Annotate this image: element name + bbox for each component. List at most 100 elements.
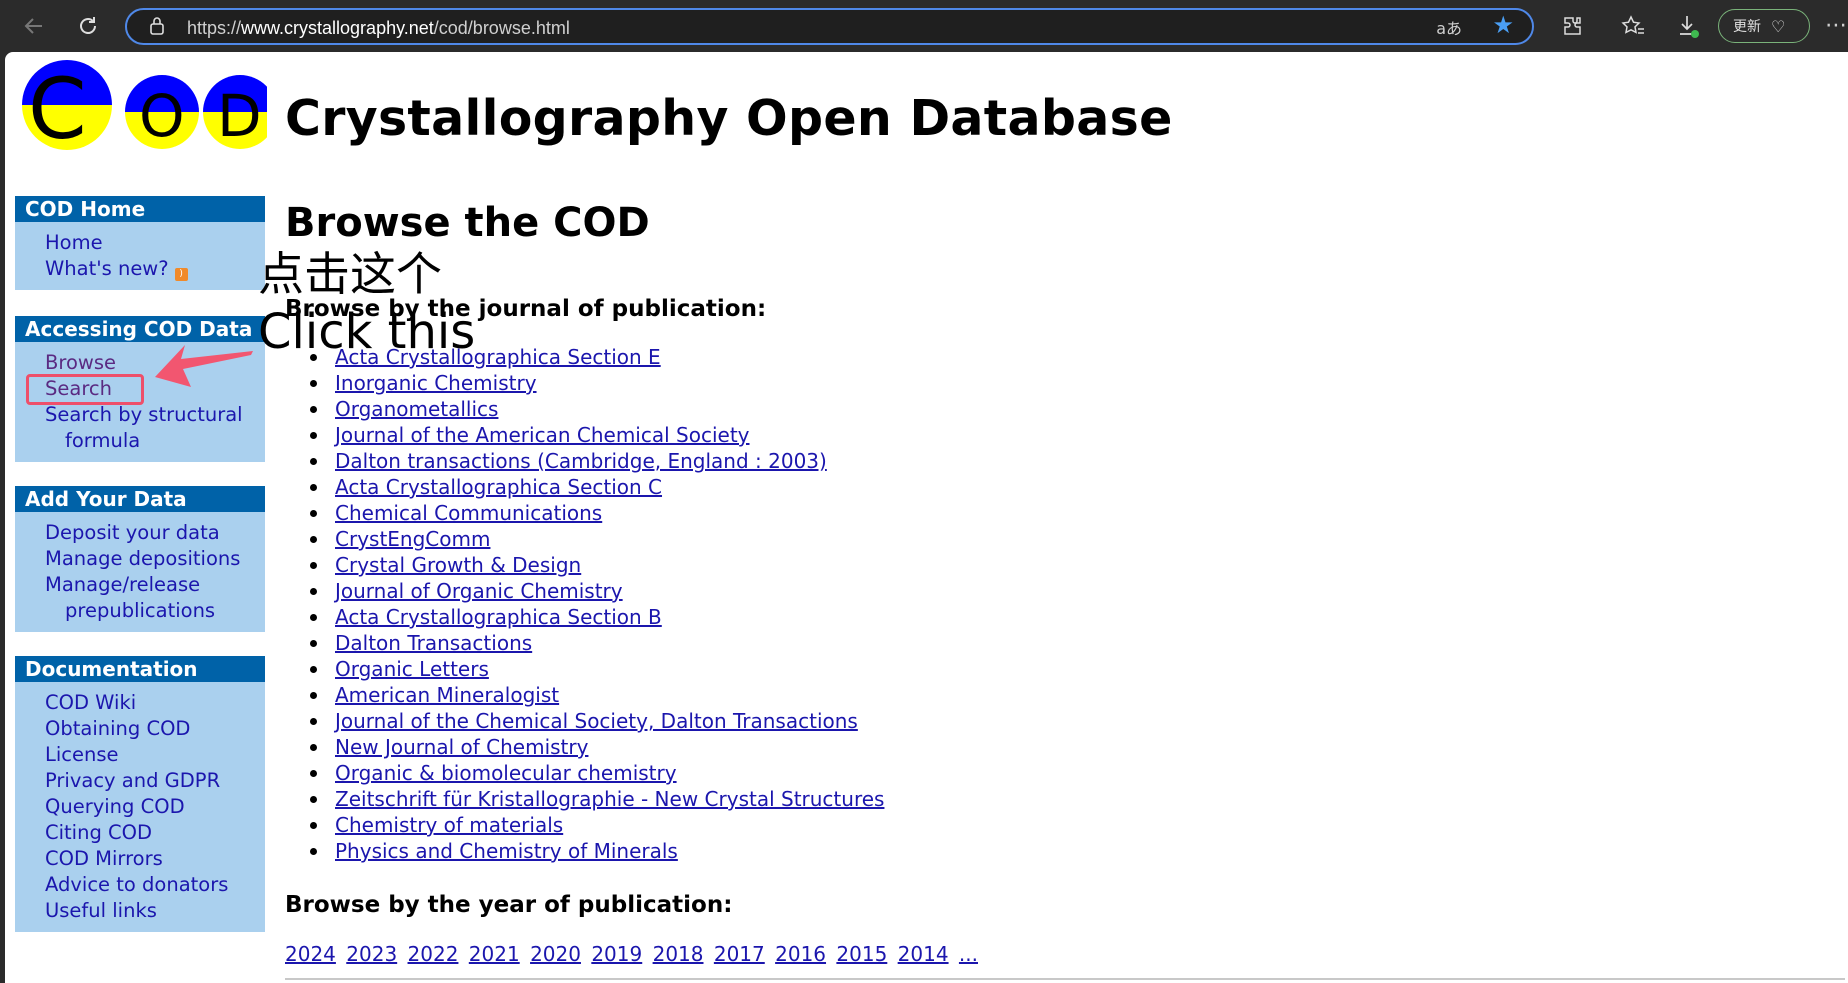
year-link[interactable]: 2020 (530, 942, 581, 966)
sidebar-item-advice-donators[interactable]: Advice to donators (45, 872, 265, 898)
list-item: Dalton transactions (Cambridge, England … (309, 448, 884, 474)
year-link[interactable]: 2019 (591, 942, 642, 966)
list-item: Zeitschrift für Kristallographie - New C… (309, 786, 884, 812)
sidebar-section-title: COD Home (15, 196, 265, 222)
sidebar-item-obtaining-cod[interactable]: Obtaining COD (45, 716, 265, 742)
list-item: Crystal Growth & Design (309, 552, 884, 578)
journal-link[interactable]: Zeitschrift für Kristallographie - New C… (335, 787, 884, 811)
site-title: Crystallography Open Database (285, 90, 1173, 147)
journal-link[interactable]: Journal of the American Chemical Society (335, 423, 750, 447)
logo-letter-o: O (139, 82, 185, 150)
rss-feed-icon[interactable]: ) (174, 268, 188, 281)
year-link[interactable]: 2023 (346, 942, 397, 966)
journal-link[interactable]: Inorganic Chemistry (335, 371, 537, 395)
list-item: Journal of the Chemical Society, Dalton … (309, 708, 884, 734)
journal-link[interactable]: Journal of Organic Chemistry (335, 579, 623, 603)
sidebar-item-manage-prepublications[interactable]: Manage/release prepublications (45, 572, 265, 624)
list-item: Chemical Communications (309, 500, 884, 526)
sidebar-section-title: Add Your Data (15, 486, 265, 512)
annotation-highlight-box (26, 374, 144, 405)
list-item: Journal of the American Chemical Society (309, 422, 884, 448)
journal-list: Acta Crystallographica Section E Inorgan… (285, 344, 884, 864)
journal-link[interactable]: Physics and Chemistry of Minerals (335, 839, 678, 863)
journal-link[interactable]: Organometallics (335, 397, 498, 421)
url-text[interactable]: https://www.crystallography.net/cod/brow… (187, 18, 570, 39)
list-item: CrystEngComm (309, 526, 884, 552)
more-icon[interactable]: ⋯ (1820, 10, 1848, 42)
list-item: Organometallics (309, 396, 884, 422)
sidebar-section-add-data: Add Your Data Deposit your data Manage d… (15, 486, 265, 632)
update-button[interactable]: 更新 ♡ (1718, 9, 1810, 43)
sidebar-item-label: Search by structural (45, 403, 243, 426)
sidebar-item-useful-links[interactable]: Useful links (45, 898, 265, 924)
year-list: 2024 2023 2022 2021 2020 2019 2018 2017 … (285, 942, 982, 966)
journal-link[interactable]: CrystEngComm (335, 527, 490, 551)
year-link[interactable]: 2018 (653, 942, 704, 966)
list-item: Acta Crystallographica Section C (309, 474, 884, 500)
sidebar-section-cod-home: COD Home Home What's new?) (15, 196, 265, 290)
year-link[interactable]: 2016 (775, 942, 826, 966)
sidebar-item-license[interactable]: License (45, 742, 265, 768)
journal-link[interactable]: Acta Crystallographica Section B (335, 605, 662, 629)
journal-link[interactable]: Dalton transactions (Cambridge, England … (335, 449, 827, 473)
sidebar-section-title: Documentation (15, 656, 265, 682)
extensions-icon[interactable] (1556, 10, 1588, 42)
cod-logo: C O D (22, 60, 267, 150)
list-item: American Mineralogist (309, 682, 884, 708)
divider (285, 978, 1845, 980)
update-label: 更新 (1733, 19, 1761, 35)
list-item: Dalton Transactions (309, 630, 884, 656)
journal-link[interactable]: Acta Crystallographica Section C (335, 475, 662, 499)
lock-icon[interactable] (149, 16, 165, 40)
list-item: Journal of Organic Chemistry (309, 578, 884, 604)
list-item: Organic & biomolecular chemistry (309, 760, 884, 786)
list-item: Inorganic Chemistry (309, 370, 884, 396)
back-icon[interactable] (18, 10, 50, 42)
journal-link[interactable]: Organic & biomolecular chemistry (335, 761, 677, 785)
downloads-icon[interactable] (1672, 10, 1704, 42)
journal-link[interactable]: Journal of the Chemical Society, Dalton … (335, 709, 858, 733)
sidebar-item-citing-cod[interactable]: Citing COD (45, 820, 265, 846)
annotation-text-en: Click this (258, 304, 476, 360)
year-link[interactable]: 2024 (285, 942, 336, 966)
list-item: Acta Crystallographica Section B (309, 604, 884, 630)
year-link[interactable]: 2015 (836, 942, 887, 966)
year-link[interactable]: 2017 (714, 942, 765, 966)
sidebar-item-cod-wiki[interactable]: COD Wiki (45, 690, 265, 716)
favorites-icon[interactable] (1617, 10, 1649, 42)
year-section-heading: Browse by the year of publication: (285, 892, 733, 918)
sidebar-item-deposit[interactable]: Deposit your data (45, 520, 265, 546)
health-heart-icon: ♡ (1771, 16, 1786, 36)
refresh-icon[interactable] (72, 10, 104, 42)
address-bar[interactable]: https://www.crystallography.net/cod/brow… (125, 8, 1534, 45)
journal-link[interactable]: Organic Letters (335, 657, 489, 681)
sidebar-item-label-cont: formula (65, 429, 141, 452)
favorite-star-icon[interactable]: ★ (1492, 11, 1514, 39)
year-link[interactable]: 2022 (408, 942, 459, 966)
sidebar-section-documentation: Documentation COD Wiki Obtaining COD Lic… (15, 656, 265, 932)
browser-toolbar: https://www.crystallography.net/cod/brow… (0, 0, 1848, 52)
annotation-text-cn: 点击这个 (258, 247, 442, 301)
read-aloud-icon[interactable]: aあ (1436, 15, 1462, 39)
list-item: Organic Letters (309, 656, 884, 682)
more-years-link[interactable]: ... (959, 942, 978, 966)
sidebar-item-cod-mirrors[interactable]: COD Mirrors (45, 846, 265, 872)
journal-link[interactable]: American Mineralogist (335, 683, 559, 707)
journal-link[interactable]: Chemistry of materials (335, 813, 563, 837)
list-item: Physics and Chemistry of Minerals (309, 838, 884, 864)
journal-link[interactable]: Crystal Growth & Design (335, 553, 581, 577)
sidebar-item-home[interactable]: Home (45, 230, 265, 256)
year-link[interactable]: 2014 (898, 942, 949, 966)
sidebar-item-querying-cod[interactable]: Querying COD (45, 794, 265, 820)
journal-link[interactable]: Chemical Communications (335, 501, 602, 525)
sidebar-item-manage-depositions[interactable]: Manage depositions (45, 546, 265, 572)
list-item: New Journal of Chemistry (309, 734, 884, 760)
journal-link[interactable]: Dalton Transactions (335, 631, 532, 655)
sidebar-item-search-structural-formula[interactable]: Search by structural formula (45, 402, 265, 454)
sidebar-item-whats-new[interactable]: What's new?) (45, 256, 265, 282)
journal-link[interactable]: New Journal of Chemistry (335, 735, 588, 759)
sidebar-item-label-cont: prepublications (65, 599, 216, 622)
sidebar-section-title: Accessing COD Data (15, 316, 265, 342)
sidebar-item-privacy-gdpr[interactable]: Privacy and GDPR (45, 768, 265, 794)
year-link[interactable]: 2021 (469, 942, 520, 966)
